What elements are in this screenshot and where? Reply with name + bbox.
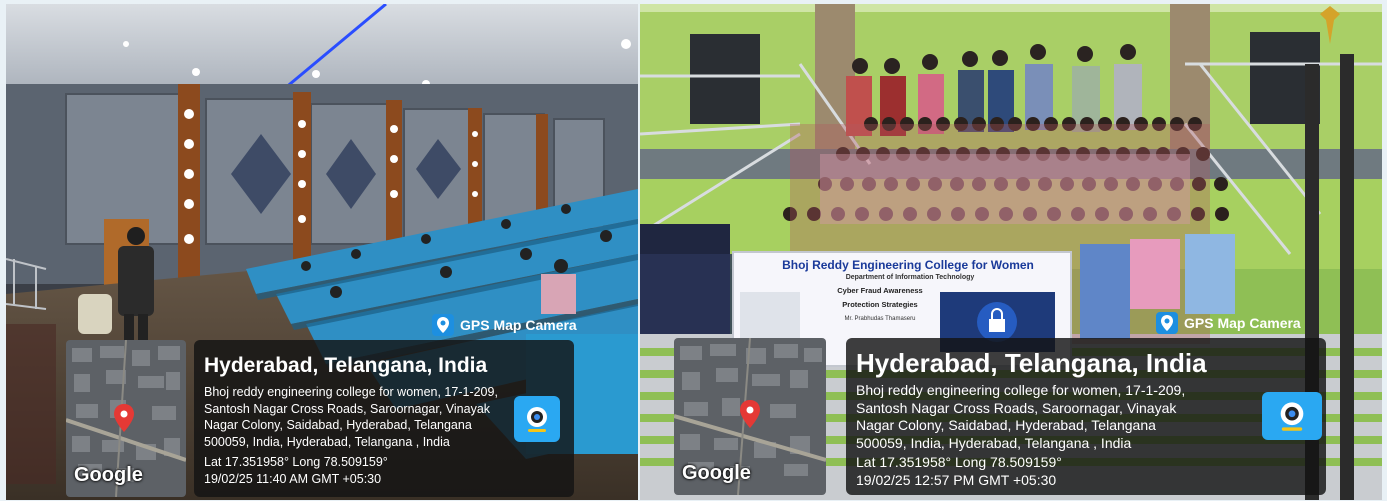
banner-speaker: Mr. Prabhudas Thamaseru: [844, 316, 916, 322]
gps-camera-app-icon: [1262, 392, 1322, 440]
group-photo: Bhoj Reddy Engineering College for Women…: [640, 4, 1382, 500]
banner-topic-line1: Cyber Fraud Awareness: [837, 286, 923, 295]
city-title: Hyderabad, Telangana, India: [204, 354, 488, 377]
city-title: Hyderabad, Telangana, India: [856, 348, 1207, 378]
gps-camera-logo-icon: [432, 314, 454, 336]
address-text: Bhoj reddy engineering college for women…: [856, 382, 1186, 451]
banner-department: Department of Information Technology: [845, 274, 975, 281]
timestamp-text: 19/02/25 12:57 PM GMT +05:30: [856, 472, 1057, 488]
auditorium-photo: GPS Map Camera Google Hyderabad, Telanga…: [6, 4, 638, 500]
geotag-info-box: Hyderabad, Telangana, India Bhoj reddy e…: [846, 338, 1326, 495]
banner-topic-line2: Protection Strategies: [842, 300, 918, 309]
google-logo: Google: [682, 462, 751, 484]
timestamp-text: 19/02/25 11:40 AM GMT +05:30: [204, 472, 382, 486]
gps-camera-app-icon: [514, 396, 560, 442]
gps-camera-logo-icon: [1156, 312, 1178, 334]
banner-college-title: Bhoj Reddy Engineering College for Women: [782, 258, 1034, 272]
brand-label: GPS Map Camera: [1184, 315, 1301, 331]
gps-map-camera-brand: GPS Map Camera: [432, 314, 577, 336]
location-map-thumbnail: Google: [66, 340, 186, 497]
location-map-thumbnail: Google: [674, 338, 826, 495]
coordinates-text: Lat 17.351958° Long 78.509159°: [204, 455, 388, 469]
person-head: [1215, 207, 1229, 221]
brand-label: GPS Map Camera: [460, 317, 577, 333]
google-logo: Google: [74, 464, 143, 486]
address-text: Bhoj reddy engineering college for women…: [204, 385, 498, 449]
gps-map-camera-brand: GPS Map Camera: [1156, 312, 1301, 334]
person-head: [1214, 177, 1228, 191]
coordinates-text: Lat 17.351958° Long 78.509159°: [856, 454, 1062, 470]
